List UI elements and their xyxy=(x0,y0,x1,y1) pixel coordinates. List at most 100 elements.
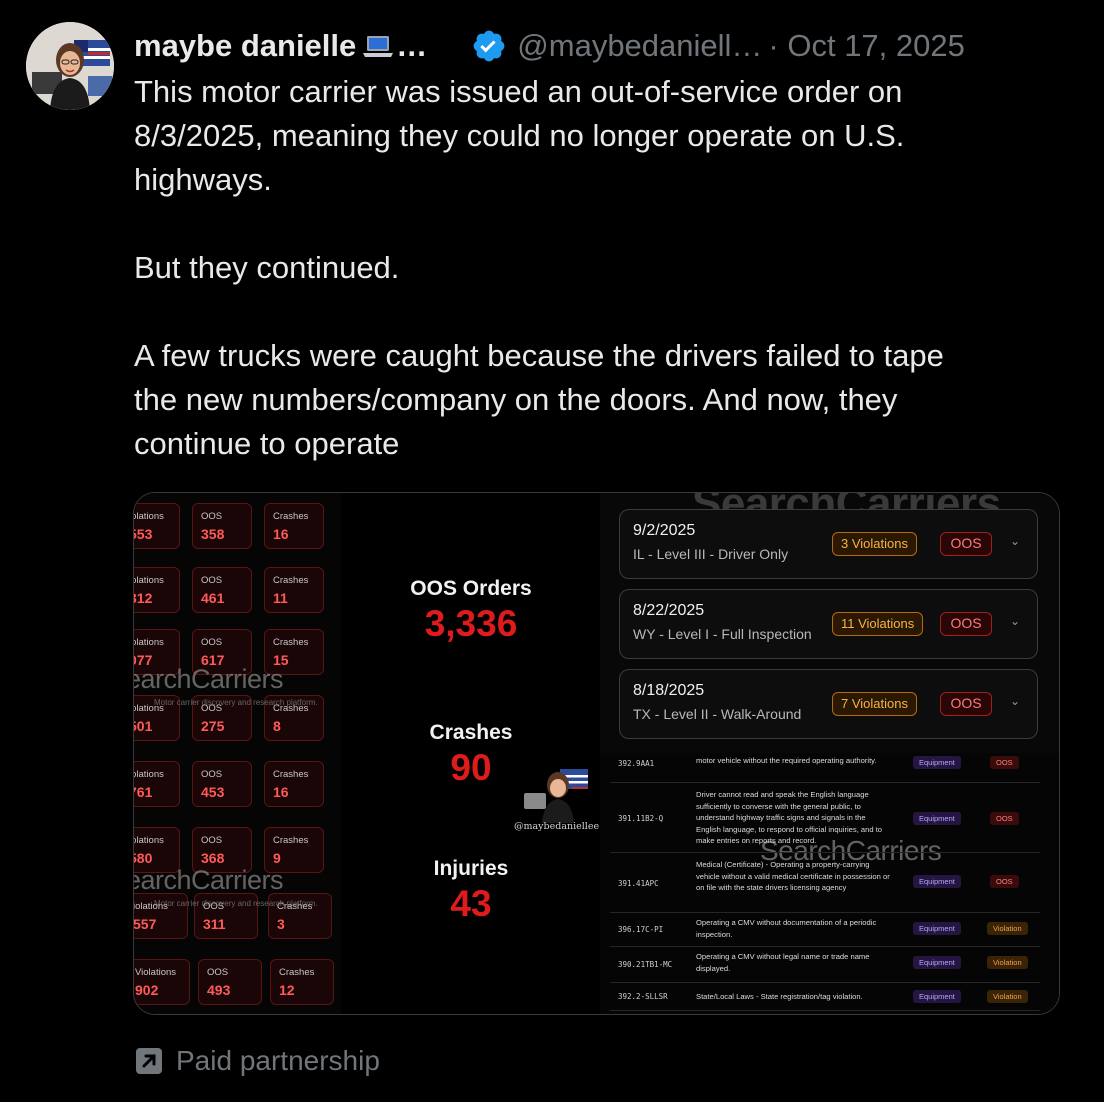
stat-cell: Violations 902 xyxy=(134,959,190,1005)
chevron-down-icon[interactable]: ⌄ xyxy=(1010,614,1020,628)
tweet-text: This motor carrier was issued an out-of-… xyxy=(134,74,944,461)
author-handle[interactable]: @maybedaniell… xyxy=(517,28,762,64)
category-badge: Equipment xyxy=(913,990,961,1003)
watermark-text: earchCarriers xyxy=(133,664,284,694)
inspection-panel: SearchCarriers Motor carrier discovery a… xyxy=(600,493,1059,1014)
severity-badge: OOS xyxy=(990,756,1019,769)
stat-cell-value: 275 xyxy=(201,718,225,734)
stat-cell-value: 461 xyxy=(201,590,225,606)
stat-cell-label: OOS xyxy=(207,967,229,978)
paid-partnership-label: Paid partnership xyxy=(176,1045,380,1076)
oos-badge: OOS xyxy=(940,612,992,636)
oos-orders-value: 3,336 xyxy=(424,603,518,644)
stat-cell: Crashes 16 xyxy=(264,503,324,549)
inspection-list: SearchCarriers Motor carrier discovery a… xyxy=(600,493,1059,753)
violation-description: Driver cannot read and speak the English… xyxy=(696,790,883,845)
stat-cell: Crashes 16 xyxy=(264,761,324,807)
severity-badge: OOS xyxy=(990,875,1019,888)
stat-cell-label: OOS xyxy=(201,511,223,522)
stat-cell-value: 761 xyxy=(134,784,153,800)
stat-cell-value: 902 xyxy=(135,982,159,998)
stat-cell: OOS 358 xyxy=(192,503,252,549)
violation-code: 392.9AA1 xyxy=(618,759,655,768)
stat-cell-value: 312 xyxy=(134,590,153,606)
inspection-card[interactable]: 9/2/2025 IL - Level III - Driver Only 3 Vi… xyxy=(619,509,1038,579)
stat-cell-label: iolations xyxy=(134,575,164,586)
violation-description: Medical (Certificate) - Operating a prop… xyxy=(696,860,890,892)
stat-cell-value: 9 xyxy=(273,850,281,866)
tweet-media-image[interactable]: iolations553OOS358Crashes16iolations312O… xyxy=(133,492,1060,1015)
stat-cell-value: 3 xyxy=(277,916,285,932)
injuries-value: 43 xyxy=(450,883,492,924)
inspection-date: 8/22/2025 xyxy=(633,602,705,619)
stat-cell-value: 12 xyxy=(279,982,295,998)
stat-cell-label: Violations xyxy=(135,967,177,978)
stat-cell-value: 557 xyxy=(133,916,157,932)
avatar-illustration xyxy=(26,22,114,110)
stat-cell: Crashes 11 xyxy=(264,567,324,613)
paid-partnership[interactable]: Paid partnership xyxy=(134,1044,380,1078)
table-row: 396.17C-PI Operating a CMV without docume… xyxy=(610,913,1040,947)
chevron-down-icon[interactable]: ⌄ xyxy=(1010,694,1020,708)
chevron-down-icon[interactable]: ⌄ xyxy=(1010,534,1020,548)
stat-cell-label: iolations xyxy=(134,511,164,522)
watermark-text: earchCarriers xyxy=(133,865,284,895)
table-row: 391.41APC Medical (Certificate) - Operati… xyxy=(610,853,1040,913)
severity-badge: Violation xyxy=(987,956,1028,969)
mini-handle: @maybedaniellee xyxy=(514,821,600,832)
violation-description: Operating a CMV without legal name or tr… xyxy=(696,952,870,973)
inspection-level: TX - Level II - Walk-Around xyxy=(633,706,802,722)
category-badge: Equipment xyxy=(913,922,961,935)
table-row: 392.2-SLLSR State/Local Laws - State regi… xyxy=(610,983,1040,1011)
carrier-stats-grid: iolations553OOS358Crashes16iolations312O… xyxy=(133,493,341,1014)
stat-cell-value: 11 xyxy=(273,590,288,606)
violations-badge: 7 Violations xyxy=(832,692,917,716)
stats-panel: OOS Orders 3,336 Crashes 90 Injuries 43 … xyxy=(342,493,600,1014)
stat-cell-label: Crashes xyxy=(273,511,309,522)
mini-avatar-sticker xyxy=(524,769,588,823)
external-link-icon xyxy=(136,1048,162,1074)
stat-cell: iolations 312 xyxy=(134,567,180,613)
inspection-date: 8/18/2025 xyxy=(633,682,705,699)
stat-cell-label: iolations xyxy=(134,637,164,648)
stat-cell-label: OOS xyxy=(201,835,223,846)
laptop-emoji-icon xyxy=(363,36,394,57)
violation-description: State/Local Laws - State registration/ta… xyxy=(696,992,863,1001)
verified-badge-icon[interactable] xyxy=(471,28,507,64)
crashes-label: Crashes xyxy=(429,721,513,744)
violation-code: 390.21TB1-MC xyxy=(618,960,673,969)
injuries-label: Injuries xyxy=(433,857,509,880)
stat-cell-value: 358 xyxy=(201,526,225,542)
watermark-subtext: Motor carrier discovery and research pla… xyxy=(154,698,318,707)
violation-code: 391.11B2-Q xyxy=(618,814,664,823)
table-row: 391.11B2-Q Driver cannot read and speak t… xyxy=(610,783,1040,853)
oos-orders-label: OOS Orders xyxy=(410,577,532,600)
severity-badge: OOS xyxy=(990,812,1019,825)
stat-cell-label: OOS xyxy=(201,575,223,586)
table-row: 390.21TB1-MC Operating a CMV without lega… xyxy=(610,947,1040,983)
stat-cell-value: 16 xyxy=(273,526,289,542)
category-badge: Equipment xyxy=(913,956,961,969)
stat-cell: OOS 493 xyxy=(198,959,262,1005)
violations-badge: 3 Violations xyxy=(832,532,917,556)
author-avatar[interactable] xyxy=(26,22,114,110)
stat-cell-value: 580 xyxy=(134,850,153,866)
severity-badge: Violation xyxy=(987,922,1028,935)
stat-cell: OOS 461 xyxy=(192,567,252,613)
inspection-card[interactable]: 8/18/2025 TX - Level II - Walk-Around 7 Vi… xyxy=(619,669,1038,739)
stat-cell-label: Crashes xyxy=(279,967,315,978)
violation-code: 391.41APC xyxy=(618,879,659,888)
oos-badge: OOS xyxy=(940,692,992,716)
inspection-level: IL - Level III - Driver Only xyxy=(633,546,789,562)
stat-cell-label: Crashes xyxy=(273,769,309,780)
violations-badge: 11 Violations xyxy=(832,612,924,636)
stat-cell-value: 16 xyxy=(273,784,289,800)
stat-cell-value: 311 xyxy=(203,916,226,932)
tweet-date[interactable]: · Oct 17, 2025 xyxy=(768,28,964,64)
author-name[interactable]: maybe danielle xyxy=(134,28,356,64)
stat-cell: OOS 453 xyxy=(192,761,252,807)
table-row: 392.9AA1 motor vehicle without the requir… xyxy=(610,753,1040,783)
violation-code: 392.2-SLLSR xyxy=(618,992,668,1001)
inspection-card[interactable]: 8/22/2025 WY - Level I - Full Inspection 1… xyxy=(619,589,1038,659)
stat-cell-value: 501 xyxy=(134,718,153,734)
